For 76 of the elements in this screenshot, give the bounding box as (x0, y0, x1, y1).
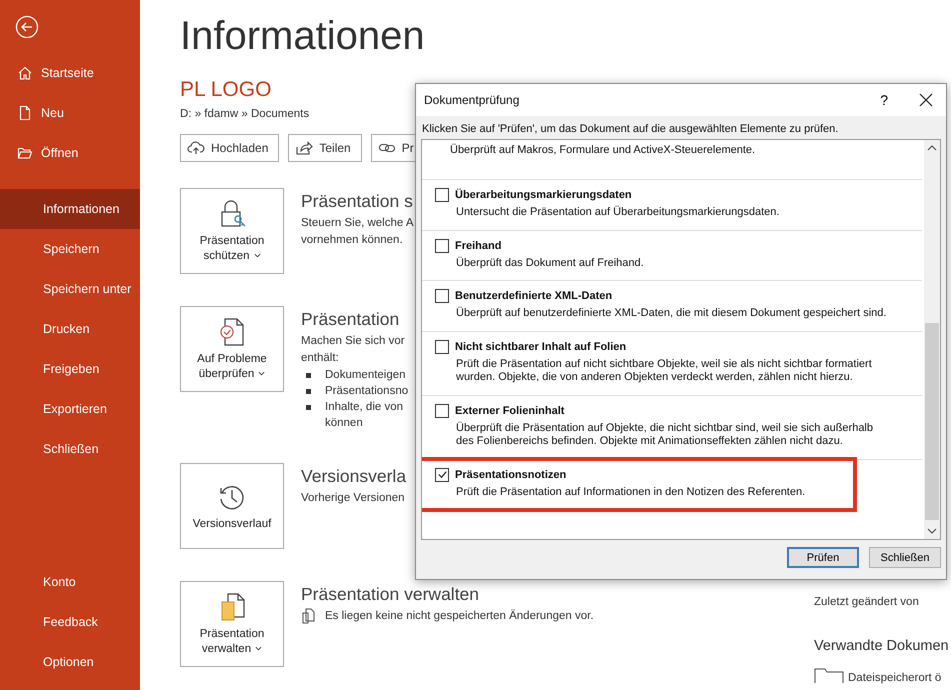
section-heading: Versionsverla (301, 466, 406, 487)
share-icon (295, 140, 314, 156)
home-icon (17, 65, 33, 81)
section-heading: Präsentation (301, 309, 400, 330)
section-heading: Präsentation verwalten (301, 584, 480, 605)
checkbox[interactable] (435, 289, 449, 303)
link[interactable]: Dateispeicherort ö (848, 672, 942, 684)
sidebar-item[interactable]: Exportieren (0, 389, 140, 429)
bullet-icon (306, 373, 311, 378)
sidebar-item[interactable]: Drucken (0, 309, 140, 349)
page-title: Informationen (180, 13, 426, 59)
sidebar-item[interactable]: Konto (0, 562, 140, 602)
instruction-text: Klicken Sie auf 'Prüfen', um das Dokument auf die ausgewählten Elemente zu prüfen. (421, 122, 840, 137)
action-button[interactable]: Hochladen (180, 134, 280, 162)
tile-button[interactable]: Präsentation schützen (180, 188, 284, 274)
sidebar-item[interactable]: Freigeben (0, 349, 140, 389)
tile-button[interactable]: Versionsverlauf (180, 463, 284, 549)
section-text: Vorherige Versionen (301, 491, 406, 506)
checkbox[interactable] (435, 340, 449, 354)
action-button[interactable]: Teilen (288, 134, 362, 162)
folder-icon (814, 668, 844, 684)
bullet-text: Dokumenteigen (325, 368, 406, 383)
section-text: Es liegen keine nicht gespeicherten Änderungen vor. (325, 610, 594, 622)
section-text: enthält: (301, 351, 340, 366)
item-title: Überarbeitungsmarkierungsdaten (455, 189, 632, 201)
scroll-up-icon[interactable] (927, 145, 937, 151)
bullet-text: Präsentationsno (325, 384, 408, 399)
item-title: Präsentationsnotizen (455, 468, 566, 480)
dialog-title: Dokumentprüfung (424, 93, 520, 107)
scroll-down-icon[interactable] (927, 528, 937, 534)
section-heading: Verwandte Dokumen (814, 638, 949, 654)
item-description: Überprüft die Präsentation auf Objekte, die nicht sichtbar sind, weil sie sich außerhalb des Folienbereichs befinden. Objekte mit Animationseffekten zählen nicht dazu. (455, 422, 874, 448)
item-description: Prüft die Präsentation auf Informationen in den Notizen des Referenten. (455, 486, 806, 499)
checkbox[interactable] (435, 468, 449, 482)
item-title: Freihand (455, 240, 502, 252)
cloud-upload-icon (187, 140, 205, 156)
checkbox[interactable] (435, 404, 449, 418)
document-name: PL LOGO (180, 78, 272, 102)
close-icon[interactable] (919, 93, 933, 107)
section-heading: Präsentation s (301, 191, 414, 212)
help-button[interactable]: ? (874, 91, 894, 109)
item-title: Nicht sichtbarer Inhalt auf Folien (455, 340, 626, 352)
folder-icon (17, 145, 33, 161)
bullet-icon (306, 405, 311, 410)
item-title: Benutzerdefinierte XML-Daten (455, 290, 612, 302)
document-path: D: » fdamw » Documents (180, 108, 310, 120)
item-description: Überprüft das Dokument auf Freihand. (455, 256, 645, 270)
item-description: Überprüft auf Makros, Formulare und ActiveX-Steuerelemente. (450, 144, 756, 158)
documents-icon (301, 608, 315, 624)
checkbox[interactable] (435, 188, 449, 202)
bullet-text: Inhalte, die von können (325, 400, 404, 431)
bullet-icon (306, 389, 311, 394)
tile-button[interactable]: Präsentation verwalten (180, 581, 284, 667)
scrollbar[interactable] (924, 140, 940, 539)
modified-by-label: Zuletzt geändert von (814, 596, 920, 608)
sidebar-item[interactable]: Feedback (0, 602, 140, 642)
sidebar-item[interactable]: Startseite (0, 53, 140, 93)
sidebar-item[interactable]: Optionen (0, 642, 140, 682)
sidebar-item[interactable]: Neu (0, 93, 140, 133)
section-text: Machen Sie sich vor (301, 334, 406, 349)
checkbox[interactable] (435, 238, 449, 252)
section-text: Steuern Sie, welche A (301, 216, 414, 231)
item-description: Prüft die Präsentation auf nicht sichtbare Objekte, weil sie als nicht sichtbar formatiert wurden. Objekte, die von anderen Objekten verdeckt werden, zählen nicht hierzu. (455, 358, 873, 384)
sidebar-item[interactable]: Öffnen (0, 133, 140, 173)
item-title: Externer Folieninhalt (455, 404, 564, 416)
dialog-button[interactable]: Schließen (869, 547, 941, 568)
sidebar-item[interactable]: Speichern unter (0, 269, 140, 309)
sidebar-item[interactable]: Informationen (0, 189, 140, 229)
section-text: vornehmen können. (301, 233, 404, 248)
sidebar-item[interactable]: Speichern (0, 229, 140, 269)
tile-button[interactable]: Auf Probleme überprüfen (180, 306, 284, 392)
new-document-icon (17, 105, 33, 121)
sidebar-item[interactable]: Schließen (0, 429, 140, 469)
item-description: Untersucht die Präsentation auf Überarbeitungsmarkierungsdaten. (455, 206, 780, 220)
item-description: Überprüft auf benutzerdefinierte XML-Daten, die mit diesem Dokument gespeichert sind. (455, 307, 888, 320)
dialog-button[interactable]: Prüfen (787, 547, 859, 568)
